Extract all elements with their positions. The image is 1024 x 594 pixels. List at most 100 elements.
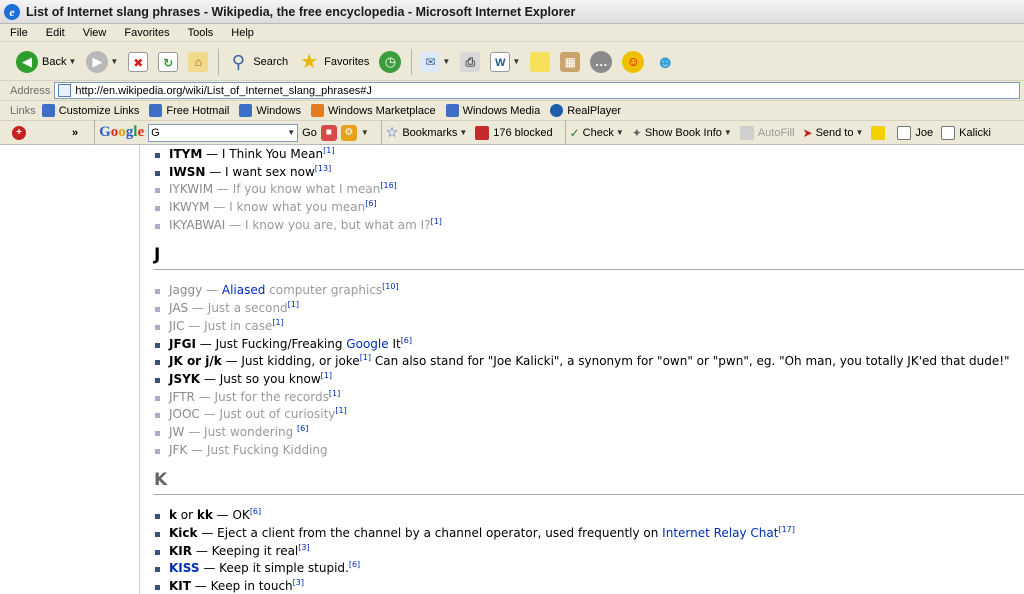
ie-page-icon [149,104,163,117]
chevron-down-icon[interactable]: ▼ [287,128,295,137]
aliased-link[interactable]: Aliased [222,283,265,297]
address-input[interactable]: http://en.wikipedia.org/wiki/List_of_Int… [54,82,1020,99]
autofill-button[interactable]: AutoFill [739,125,795,140]
chevron-down-icon[interactable]: ▼ [724,128,732,137]
go-button[interactable]: Go [302,127,317,139]
menu-edit[interactable]: Edit [46,27,65,39]
section-heading-j: J [154,244,1024,271]
popup-blocker-button[interactable]: 176 blocked [475,125,553,140]
toolbar-separator [380,119,382,146]
joe-label: Joe [915,126,934,139]
pagerank-icon[interactable]: ■ [320,124,337,141]
chevron-down-icon[interactable]: ▼ [459,128,467,137]
list-item: JK or j/k — Just kidding, or joke[1] Can… [154,353,1014,371]
toolbar-separator [411,48,413,75]
star-icon: ★ [300,50,319,73]
menu-bar: File Edit View Favorites Tools Help [0,24,1024,42]
star-icon: ☆ [385,124,399,140]
windows-flag-icon [310,104,324,117]
word-icon: W [490,51,511,72]
list-item: IKYABWAI — I know you are, but what am I… [154,217,1014,235]
bookmarks-button[interactable]: ☆ Bookmarks ▼ [386,124,468,141]
research-button[interactable]: ▦ [556,47,584,77]
menu-favorites[interactable]: Favorites [124,27,169,39]
menu-file[interactable]: File [10,27,28,39]
menu-view[interactable]: View [83,27,107,39]
ie-page-icon [41,104,55,117]
link-windows-media[interactable]: Windows Media [445,104,541,117]
forward-button[interactable]: ▶ ▼ [82,47,122,77]
list-item: JSYK — Just so you know[1] [154,371,1014,389]
find-icon [941,125,956,140]
yahoo-messenger-button[interactable]: ☺ [618,47,648,77]
highlight-button[interactable] [871,125,889,140]
slang-list-j: Jaggy — Aliased computer graphics[10] JA… [154,282,1014,459]
list-item: KISS — Keep it simple stupid.[6] [154,560,1014,578]
page-icon [58,84,72,97]
list-item: JAS — Just a second[1] [154,300,1014,318]
find-icon [897,125,912,140]
article-body: ITYM — I Think You Mean[1] IWSN — I want… [154,145,1024,594]
google-search-input[interactable]: G ▼ [148,123,299,142]
discuss-button[interactable]: … [586,47,616,77]
chevron-down-icon[interactable]: ▼ [68,57,76,66]
links-label: Links [10,104,36,117]
search-term-kalicki[interactable]: Kalicki [941,125,991,140]
kiss-link[interactable]: KISS [169,561,200,575]
link-windows[interactable]: Windows [239,104,301,117]
chevron-down-icon[interactable]: ▼ [616,128,624,137]
link-windows-marketplace[interactable]: Windows Marketplace [310,104,436,117]
chevron-down-icon[interactable]: ▼ [442,57,450,66]
link-label: Windows Media [462,104,541,117]
link-realplayer[interactable]: RealPlayer [550,104,621,117]
show-book-info-button[interactable]: ✦ Show Book Info ▼ [632,126,732,140]
address-url: http://en.wikipedia.org/wiki/List_of_Int… [75,84,372,97]
realplayer-icon [550,104,564,117]
search-button[interactable]: ⚲ Search [223,47,292,77]
irc-link[interactable]: Internet Relay Chat [662,526,778,540]
notes-button[interactable] [526,47,554,77]
menu-tools[interactable]: Tools [188,27,214,39]
bookmarks-label: Bookmarks [402,126,458,139]
stop-button[interactable]: ✖ [124,47,152,77]
chevron-down-icon[interactable]: ▼ [110,57,118,66]
chevron-right-icon[interactable]: » [72,127,78,139]
refresh-button[interactable]: ↻ [154,47,182,77]
list-item: JW — Just wondering [6] [154,424,1014,442]
list-item: Jaggy — Aliased computer graphics[10] [154,282,1014,300]
print-button[interactable]: ⎙ [456,47,484,77]
messenger-button[interactable]: ☻ [650,47,680,77]
link-customize-links[interactable]: Customize Links [41,104,139,117]
link-label: Free Hotmail [166,104,230,117]
history-button[interactable]: ◷ [375,47,405,77]
mail-button[interactable]: ✉ ▼ [416,47,454,77]
menu-help[interactable]: Help [231,27,254,39]
chevron-down-icon[interactable]: ▼ [361,128,369,137]
send-to-button[interactable]: ➤ Send to ▼ [803,126,864,140]
send-arrow-icon: ➤ [802,125,813,140]
list-item: ITYM — I Think You Mean[1] [154,146,1014,164]
highlighter-icon [871,125,886,140]
spellcheck-button[interactable]: ✓ Check ▼ [570,126,624,140]
address-bar: Address http://en.wikipedia.org/wiki/Lis… [0,81,1024,101]
plus-icon[interactable]: + [12,125,26,140]
ie-page-icon [239,104,253,117]
chevron-down-icon[interactable]: ▼ [855,128,863,137]
home-button[interactable]: ⌂ [184,47,212,77]
speech-bubble-icon: … [590,50,613,73]
search-term-joe[interactable]: Joe [897,125,934,140]
back-label: Back [42,55,67,68]
google-link[interactable]: Google [346,337,388,351]
spellcheck-icon: ✓ [569,125,580,140]
back-button[interactable]: ◀ Back ▼ [12,47,80,77]
link-free-hotmail[interactable]: Free Hotmail [149,104,229,117]
list-item: JOOC — Just out of curiosity[1] [154,406,1014,424]
chevron-down-icon[interactable]: ▼ [512,57,520,66]
favorites-button[interactable]: ★ Favorites [294,47,373,77]
settings-icon[interactable]: ⚙ [340,124,357,141]
mail-icon: ✉ [420,51,441,72]
google-logo[interactable]: Google [99,124,144,141]
messenger-buddies-icon: ☻ [655,51,675,72]
edit-button[interactable]: W ▼ [486,47,524,77]
toolbar-separator [94,119,96,146]
